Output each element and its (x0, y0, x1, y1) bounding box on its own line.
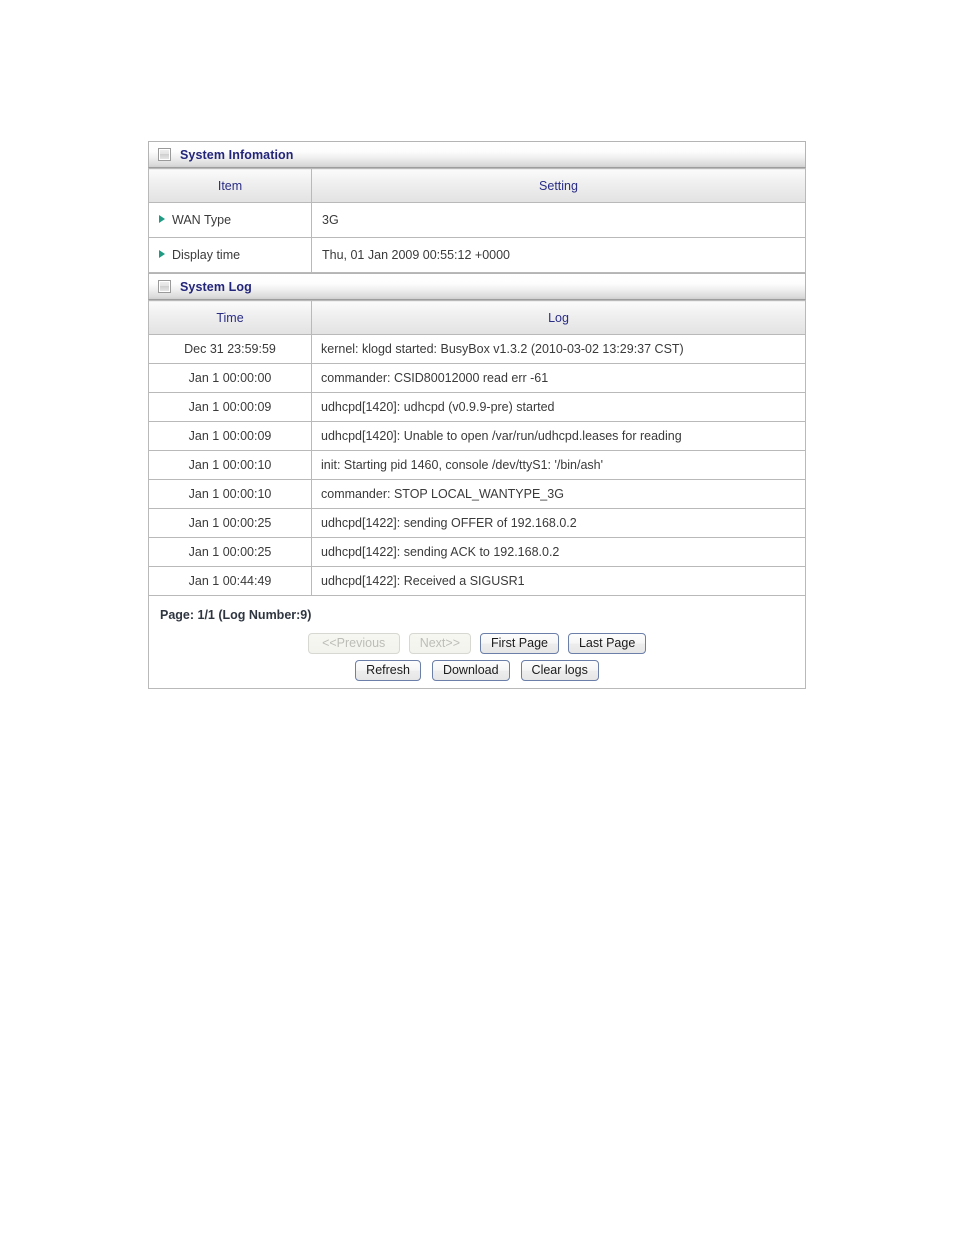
log-time: Jan 1 00:00:25 (148, 508, 312, 538)
log-time: Jan 1 00:00:09 (148, 421, 312, 451)
column-header-time: Time (148, 300, 312, 335)
table-row: Jan 1 00:00:00 commander: CSID80012000 r… (148, 363, 806, 393)
log-message: udhcpd[1422]: Received a SIGUSR1 (311, 566, 806, 596)
log-time: Jan 1 00:44:49 (148, 566, 312, 596)
page-status-text: Page: 1/1 (Log Number:9) (160, 608, 312, 622)
table-row: Jan 1 00:00:10 init: Starting pid 1460, … (148, 450, 806, 480)
table-row: Display time Thu, 01 Jan 2009 00:55:12 +… (148, 237, 806, 273)
table-row: Jan 1 00:00:09 udhcpd[1420]: udhcpd (v0.… (148, 392, 806, 422)
column-header-log: Log (311, 300, 806, 335)
log-message: kernel: klogd started: BusyBox v1.3.2 (2… (311, 334, 806, 364)
action-button-row: Refresh Download Clear logs (149, 660, 805, 681)
log-pager-footer: Page: 1/1 (Log Number:9) <<Previous Next… (148, 596, 806, 689)
bullet-arrow-icon (159, 215, 165, 223)
log-time: Jan 1 00:00:10 (148, 479, 312, 509)
log-message: udhcpd[1422]: sending ACK to 192.168.0.2 (311, 537, 806, 567)
log-time: Jan 1 00:00:09 (148, 392, 312, 422)
table-row: WAN Type 3G (148, 202, 806, 238)
system-log-title: System Log (180, 279, 252, 294)
previous-page-button[interactable]: <<Previous (307, 633, 400, 654)
log-message: udhcpd[1420]: Unable to open /var/run/ud… (311, 421, 806, 451)
table-row: Jan 1 00:00:25 udhcpd[1422]: sending ACK… (148, 537, 806, 567)
column-header-setting: Setting (311, 168, 806, 203)
info-item-display-time: Display time (148, 237, 312, 273)
info-item-label: Display time (172, 248, 241, 262)
next-page-button[interactable]: Next>> (408, 633, 472, 654)
log-message: init: Starting pid 1460, console /dev/tt… (311, 450, 806, 480)
system-information-table: Item Setting WAN Type 3G Display time Th… (148, 168, 806, 273)
last-page-button[interactable]: Last Page (567, 633, 647, 654)
log-message: udhcpd[1420]: udhcpd (v0.9.9-pre) starte… (311, 392, 806, 422)
log-time: Jan 1 00:00:25 (148, 537, 312, 567)
first-page-button[interactable]: First Page (480, 633, 559, 654)
system-log-table: Time Log Dec 31 23:59:59 kernel: klogd s… (148, 300, 806, 596)
pager-button-row: <<Previous Next>> First Page Last Page (149, 633, 805, 654)
column-header-item: Item (148, 168, 312, 203)
log-time: Jan 1 00:00:10 (148, 450, 312, 480)
info-value-wan-type: 3G (311, 202, 806, 238)
table-row: Dec 31 23:59:59 kernel: klogd started: B… (148, 334, 806, 364)
table-header-row: Item Setting (148, 168, 806, 203)
table-row: Jan 1 00:00:09 udhcpd[1420]: Unable to o… (148, 421, 806, 451)
clear-logs-button[interactable]: Clear logs (520, 660, 599, 681)
table-row: Jan 1 00:44:49 udhcpd[1422]: Received a … (148, 566, 806, 596)
log-time: Dec 31 23:59:59 (148, 334, 312, 364)
window-box-icon (158, 148, 171, 161)
download-button[interactable]: Download (431, 660, 510, 681)
system-information-title: System Infomation (180, 147, 294, 162)
system-log-section-header: System Log (148, 273, 806, 300)
log-message: commander: CSID80012000 read err -61 (311, 363, 806, 393)
log-message: commander: STOP LOCAL_WANTYPE_3G (311, 479, 806, 509)
table-row: Jan 1 00:00:25 udhcpd[1422]: sending OFF… (148, 508, 806, 538)
info-item-label: WAN Type (172, 213, 232, 227)
info-item-wan-type: WAN Type (148, 202, 312, 238)
system-information-section-header: System Infomation (148, 141, 806, 168)
table-row: Jan 1 00:00:10 commander: STOP LOCAL_WAN… (148, 479, 806, 509)
log-message: udhcpd[1422]: sending OFFER of 192.168.0… (311, 508, 806, 538)
info-value-display-time: Thu, 01 Jan 2009 00:55:12 +0000 (311, 237, 806, 273)
system-log-page: System Infomation Item Setting WAN Type … (148, 141, 806, 689)
window-box-icon (158, 280, 171, 293)
bullet-arrow-icon (159, 250, 165, 258)
table-header-row: Time Log (148, 300, 806, 335)
log-time: Jan 1 00:00:00 (148, 363, 312, 393)
refresh-button[interactable]: Refresh (355, 660, 421, 681)
